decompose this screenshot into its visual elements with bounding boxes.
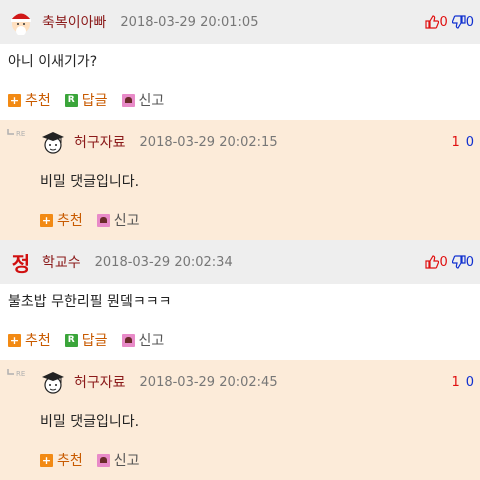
comment-actions: + 추천 R 답글 신고 (0, 80, 480, 120)
re-arrow-icon: RE (7, 129, 25, 138)
comment-date: 2018-03-29 20:02:45 (139, 374, 278, 390)
report-button[interactable]: 신고 (96, 210, 140, 230)
report-siren-icon (96, 213, 110, 227)
comment-date: 2018-03-29 20:01:05 (120, 14, 259, 30)
comment-date: 2018-03-29 20:02:34 (94, 254, 233, 270)
comment: 정 학교수 2018-03-29 20:02:34 0 0 불초밥 무한리필 뭔… (0, 240, 480, 360)
reply-r-icon: R (64, 333, 78, 347)
comment-header: 축복이아빠 2018-03-29 20:01:05 0 0 (0, 0, 480, 44)
comment-header: 허구자료 2018-03-29 20:02:45 1 0 (0, 360, 480, 404)
report-button[interactable]: 신고 (121, 90, 164, 110)
report-button[interactable]: 신고 (96, 450, 140, 470)
reply-button[interactable]: R 답글 (64, 330, 108, 350)
report-siren-icon (96, 453, 110, 467)
upvote-count: 1 (451, 134, 460, 150)
comment-text: 비밀 댓글입니다. (40, 414, 140, 430)
reply-comment: RE 허구자료 2018-03-29 20:02:15 1 0 비밀 댓글입니다… (0, 120, 480, 240)
comment-text: 불초밥 무한리필 뭔뎈ㅋㅋㅋ (8, 294, 172, 310)
comment-header: 정 학교수 2018-03-29 20:02:34 0 0 (0, 240, 480, 284)
reply-comment: RE 허구자료 2018-03-29 20:02:45 1 0 비밀 댓글입니다… (0, 360, 480, 480)
thumbs-up-icon[interactable] (425, 15, 440, 29)
comment-date: 2018-03-29 20:02:15 (139, 134, 278, 150)
upvote-count: 0 (439, 14, 448, 30)
plus-icon: + (40, 213, 53, 227)
comment-header: 허구자료 2018-03-29 20:02:15 1 0 (0, 120, 480, 164)
recommend-button[interactable]: + 추천 (40, 210, 83, 230)
avatar (40, 129, 66, 155)
comment: 축복이아빠 2018-03-29 20:01:05 0 0 아니 이새기가? +… (0, 0, 480, 120)
vote-counts: 0 0 (425, 255, 474, 270)
graduate-avatar-icon (42, 132, 64, 154)
comment-actions: + 추천 R 답글 신고 (0, 320, 480, 360)
thumbs-down-icon[interactable] (451, 255, 466, 269)
thumbs-down-icon[interactable] (451, 15, 466, 29)
downvote-count: 0 (465, 134, 474, 150)
author-name[interactable]: 축복이아빠 (42, 12, 106, 32)
avatar (8, 9, 34, 35)
plus-icon: + (40, 453, 53, 467)
avatar: 정 (8, 249, 34, 276)
comment-text: 아니 이새기가? (8, 54, 98, 70)
report-siren-icon (121, 93, 135, 107)
svg-text:RE: RE (16, 370, 25, 378)
graduate-avatar-icon (42, 372, 64, 394)
comment-actions: + 추천 신고 (0, 200, 480, 240)
downvote-count: 0 (465, 254, 474, 270)
thumbs-up-icon[interactable] (425, 255, 440, 269)
santa-avatar-icon (11, 13, 31, 35)
comment-actions: + 추천 신고 (0, 440, 480, 480)
re-arrow-icon: RE (7, 369, 25, 378)
vote-counts: 0 0 (425, 15, 474, 30)
recommend-button[interactable]: + 추천 (8, 330, 51, 350)
comment-text: 비밀 댓글입니다. (40, 174, 140, 190)
avatar-character: 정 (11, 251, 31, 276)
svg-text:RE: RE (16, 130, 25, 138)
report-button[interactable]: 신고 (121, 330, 164, 350)
plus-icon: + (8, 333, 21, 347)
upvote-count: 0 (439, 254, 448, 270)
vote-counts: 1 0 (451, 375, 474, 390)
recommend-button[interactable]: + 추천 (40, 450, 83, 470)
avatar (40, 369, 66, 395)
reply-r-icon: R (64, 93, 78, 107)
author-name[interactable]: 학교수 (42, 252, 81, 272)
plus-icon: + (8, 93, 21, 107)
report-siren-icon (121, 333, 135, 347)
reply-button[interactable]: R 답글 (64, 90, 108, 110)
downvote-count: 0 (465, 374, 474, 390)
downvote-count: 0 (465, 14, 474, 30)
author-name[interactable]: 허구자료 (74, 132, 126, 152)
upvote-count: 1 (451, 374, 460, 390)
recommend-button[interactable]: + 추천 (8, 90, 51, 110)
vote-counts: 1 0 (451, 135, 474, 150)
author-name[interactable]: 허구자료 (74, 372, 126, 392)
